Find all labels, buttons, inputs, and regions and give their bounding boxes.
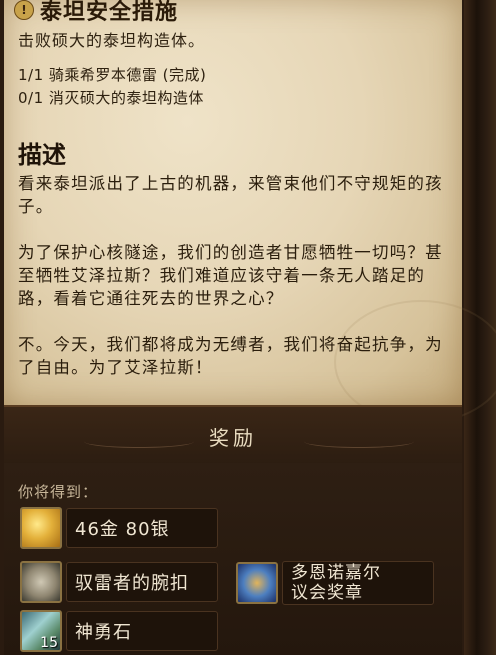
reward-item-name-line: 议会奖章 [291,583,363,603]
quest-title: 泰坦安全措施 [40,0,179,25]
reward-item-valor-stone[interactable]: 15 神勇石 [20,610,218,652]
objective-item: 1/1 骑乘希罗本德雷 (完成) [18,66,207,84]
objective-item: 0/1 消灭硕大的泰坦构造体 [18,89,204,107]
description-text: 看来泰坦派出了上古的机器，来管束他们不守规矩的孩子。 为了保护心核隧途，我们的创… [18,172,458,402]
quest-exclamation-icon: ! [14,0,34,20]
description-paragraph: 为了保护心核隧途，我们的创造者甘愿牺牲一切吗？甚至牺牲艾泽拉斯？我们难道应该守着… [18,243,443,308]
gold-coins-icon [20,507,62,549]
description-paragraph: 看来泰坦派出了上古的机器，来管束他们不守规矩的孩子。 [18,174,443,216]
valor-stone-icon: 15 [20,610,62,652]
description-paragraph: 不。今天，我们都将成为无缚者，我们将奋起抗争，为了自由。为了艾泽拉斯！ [18,335,443,377]
reward-item-bracer[interactable]: 驭雷者的腕扣 [20,561,218,603]
reward-item-name: 多恩诺嘉尔 议会奖章 [282,561,434,605]
reward-item-name-line: 多恩诺嘉尔 [291,563,381,583]
money-reward[interactable]: 46金 80银 [20,507,218,549]
quest-frame: ! 泰坦安全措施 击败硕大的泰坦构造体。 1/1 骑乘希罗本德雷 (完成) 0/… [0,0,496,655]
money-amount: 46金 80银 [66,508,218,548]
quest-title-row: ! 泰坦安全措施 [14,0,178,26]
objectives-list: 1/1 骑乘希罗本德雷 (完成) 0/1 消灭硕大的泰坦构造体 [18,64,206,110]
bracer-icon [20,561,62,603]
reward-item-name: 驭雷者的腕扣 [66,562,218,602]
quest-objective: 击败硕大的泰坦构造体。 [18,31,206,50]
rewards-title: 奖励 [209,426,257,450]
receive-label: 你将得到： [18,483,99,501]
medal-icon [236,562,278,604]
reward-item-medal[interactable]: 多恩诺嘉尔 议会奖章 [236,561,434,605]
rewards-header: 奖励 [4,405,462,466]
item-count: 15 [40,635,58,651]
description-heading: 描述 [18,141,66,169]
reward-item-name: 神勇石 [66,611,218,651]
